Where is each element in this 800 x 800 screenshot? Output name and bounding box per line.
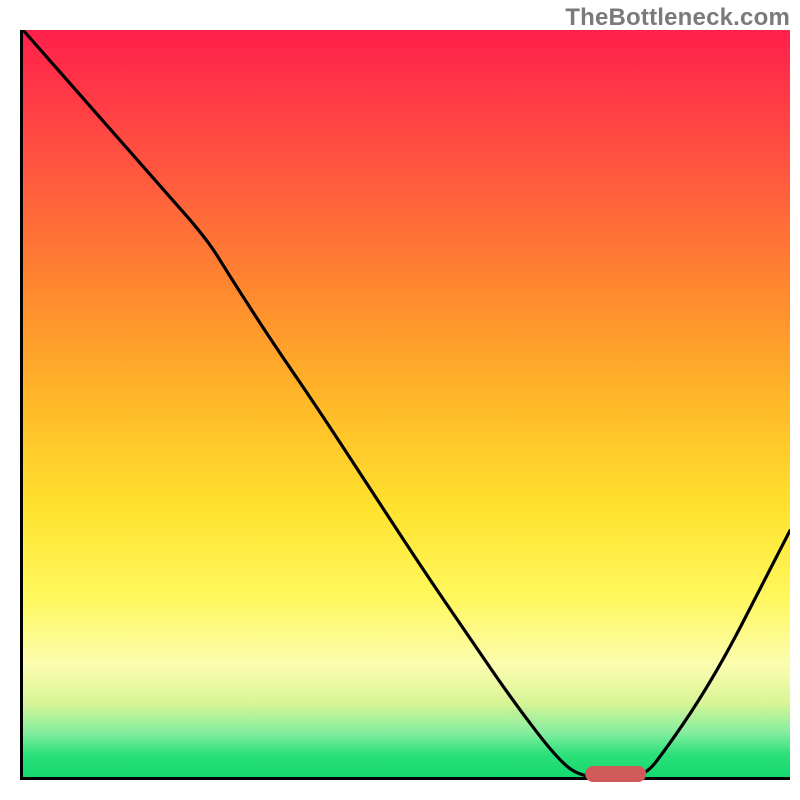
curve-svg: [23, 30, 790, 777]
bottleneck-curve: [23, 30, 790, 777]
optimal-range-marker: [585, 766, 647, 782]
chart-container: TheBottleneck.com: [0, 0, 800, 800]
plot-area: [20, 30, 790, 780]
watermark-text: TheBottleneck.com: [565, 4, 790, 32]
